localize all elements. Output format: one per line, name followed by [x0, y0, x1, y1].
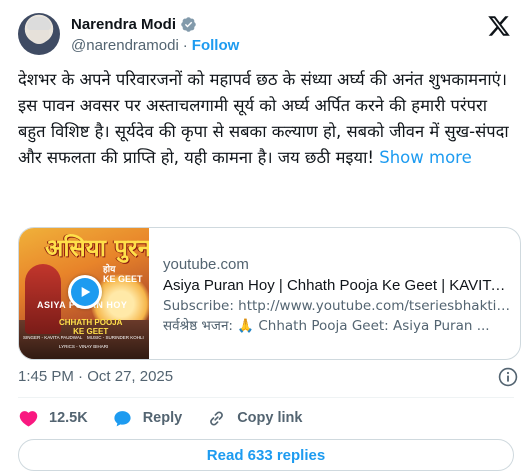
- name-row: Narendra Modi: [71, 14, 197, 34]
- copy-link-button[interactable]: Copy link: [206, 408, 302, 429]
- thumbnail-credit-music: MUSIC - SURINDER KOHLI: [87, 335, 144, 340]
- divider: [18, 397, 514, 398]
- thumbnail-subtitle: होय KE GEET: [103, 264, 143, 284]
- timestamp-separator: ·: [78, 368, 84, 385]
- separator-dot: ·: [182, 37, 188, 54]
- link-card-domain: youtube.com: [163, 256, 249, 273]
- avatar-hair: [27, 17, 51, 30]
- reply-label: Reply: [142, 410, 183, 426]
- play-button[interactable]: [68, 275, 102, 309]
- timestamp[interactable]: 1:45 PM · Oct 27, 2025: [18, 368, 173, 385]
- tweet-embed: Narendra Modi @narendramodi · Follow देश…: [0, 0, 529, 475]
- link-card-description-line2: सर्वश्रेष्ठ भजन: 🙏 Chhath Pooja Geet: As…: [163, 318, 490, 334]
- timestamp-date: Oct 27, 2025: [87, 368, 174, 385]
- like-count: 12.5K: [49, 410, 88, 426]
- link-preview-card[interactable]: असिया पुरन होय KE GEET ASIYA PURAN HOY C…: [18, 227, 521, 360]
- handle[interactable]: @narendramodi: [71, 37, 179, 54]
- action-bar: 12.5K Reply Copy link: [18, 405, 326, 431]
- thumbnail-title-suffix: होय: [103, 264, 116, 274]
- link-card-title: Asiya Puran Hoy | Chhath Pooja Ke Geet |…: [163, 277, 511, 294]
- link-icon: [210, 411, 224, 425]
- avatar[interactable]: [18, 13, 60, 55]
- thumbnail-credit-singer: SINGER - KAVITA PAUDWAL: [23, 335, 83, 340]
- video-thumbnail[interactable]: असिया पुरन होय KE GEET ASIYA PURAN HOY C…: [19, 228, 149, 359]
- verified-badge-icon: [180, 16, 197, 33]
- like-button[interactable]: 12.5K: [18, 408, 88, 429]
- thumbnail-credit-lyrics: LYRICS - VINAY BIHARI: [59, 344, 109, 349]
- show-more-link[interactable]: Show more: [379, 148, 472, 167]
- copy-link-label: Copy link: [237, 410, 303, 426]
- handle-row: @narendramodi · Follow: [71, 37, 239, 54]
- x-logo-icon[interactable]: [487, 14, 511, 38]
- info-icon[interactable]: [497, 366, 519, 388]
- follow-link[interactable]: Follow: [192, 37, 240, 54]
- avatar-beard: [29, 30, 49, 44]
- reply-button[interactable]: Reply: [112, 408, 183, 429]
- play-icon: [71, 278, 99, 306]
- thumbnail-title-text: असिया पुरन: [45, 234, 149, 262]
- thumbnail-title: असिया पुरन: [45, 234, 149, 262]
- reply-bubble-icon: [114, 410, 131, 426]
- link-card-text: youtube.com Asiya Puran Hoy | Chhath Poo…: [163, 254, 511, 336]
- thumbnail-badge-line1: CHHATH POOJA: [59, 318, 123, 327]
- heart-icon: [19, 410, 38, 427]
- thumbnail-figure: [25, 264, 61, 334]
- display-name[interactable]: Narendra Modi: [71, 16, 176, 33]
- link-card-description-line1: Subscribe: http://www.youtube.com/tserie…: [163, 298, 511, 314]
- thumbnail-subtitle-text: KE GEET: [103, 274, 143, 284]
- thumbnail-badge: CHHATH POOJA KE GEET: [59, 318, 122, 336]
- timestamp-time: 1:45 PM: [18, 368, 74, 385]
- tweet-text: देशभर के अपने परिवारजनों को महापर्व छठ क…: [18, 67, 514, 171]
- read-replies-button[interactable]: Read 633 replies: [18, 439, 514, 471]
